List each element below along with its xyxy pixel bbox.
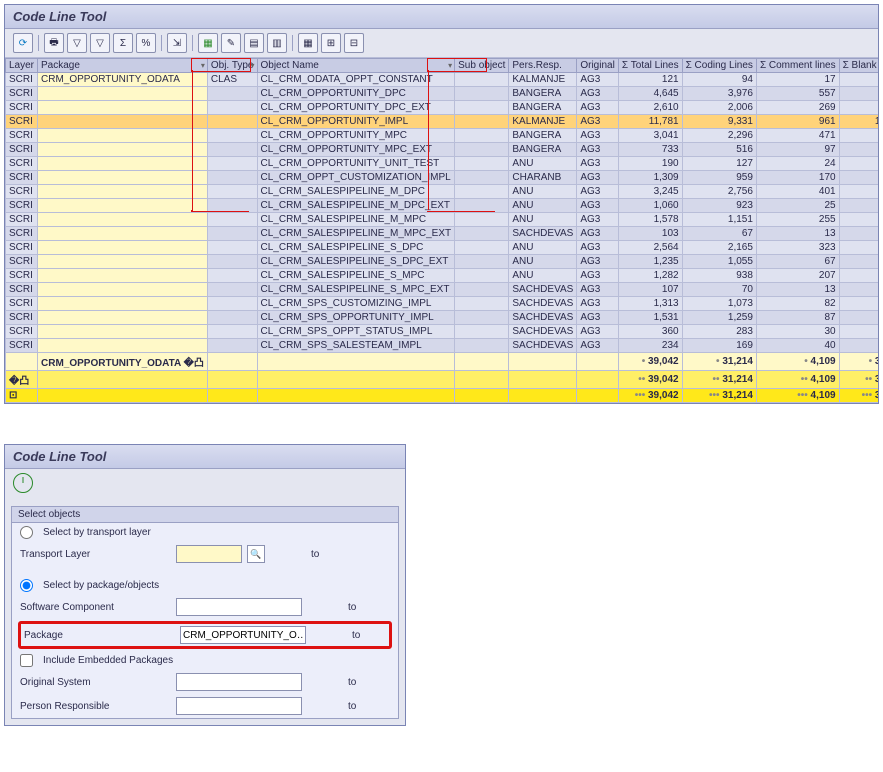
col-header[interactable]: Package▾ <box>38 59 208 73</box>
table-row[interactable]: SCRICL_CRM_OPPORTUNITY_IMPLKALMANJEAG311… <box>6 115 879 129</box>
col-header[interactable]: Obj. Type▾ <box>207 59 257 73</box>
table-row[interactable]: SCRICL_CRM_SALESPIPELINE_S_DPCANUAG32,56… <box>6 241 879 255</box>
toolbar: ⟳ 🖶 ▽ ▽ Σ % ⇲ ▦ ✎ ▤ ▥ ▦ ⊞ ⊟ <box>5 29 878 58</box>
result-table[interactable]: LayerPackage▾Obj. Type▾Object Name▾Sub o… <box>5 58 878 403</box>
original-system-label: Original System <box>20 677 170 688</box>
word-icon[interactable]: ✎ <box>221 33 241 53</box>
col-header[interactable]: Σ Total Lines <box>618 59 682 73</box>
package-label: Package <box>24 630 174 641</box>
transport-layer-input[interactable] <box>176 545 242 563</box>
filter2-icon[interactable]: ▽ <box>90 33 110 53</box>
table-row[interactable]: SCRICL_CRM_SALESPIPELINE_M_MPCANUAG31,57… <box>6 213 879 227</box>
software-component-input[interactable] <box>176 598 302 616</box>
include-embedded-label: Include Embedded Packages <box>43 655 173 666</box>
to-label-4: to <box>348 677 356 688</box>
to-label-2: to <box>348 602 356 613</box>
percent-icon[interactable]: % <box>136 33 156 53</box>
window-title-2: Code Line Tool <box>5 445 405 469</box>
table-row[interactable]: SCRICL_CRM_SPS_SALESTEAM_IMPLSACHDEVASAG… <box>6 339 879 353</box>
table-row[interactable]: SCRICL_CRM_OPPORTUNITY_UNIT_TESTANUAG319… <box>6 157 879 171</box>
subtotal-row: �凸•• 39,042•• 31,214•• 4,109•• 3,719•• 2… <box>6 371 879 389</box>
col-header[interactable]: Σ Comment lines <box>756 59 839 73</box>
person-responsible-label: Person Responsible <box>20 701 170 712</box>
table-row[interactable]: SCRICL_CRM_SPS_OPPT_STATUS_IMPLSACHDEVAS… <box>6 325 879 339</box>
view-icon[interactable]: ▤ <box>244 33 264 53</box>
table-row[interactable]: SCRICL_CRM_SALESPIPELINE_M_MPC_EXTSACHDE… <box>6 227 879 241</box>
to-label-3: to <box>352 630 360 641</box>
table-row[interactable]: SCRICL_CRM_SALESPIPELINE_M_DPCANUAG33,24… <box>6 185 879 199</box>
col-header[interactable]: Sub object <box>455 59 509 73</box>
sum-icon[interactable]: Σ <box>113 33 133 53</box>
execute-icon[interactable] <box>13 473 33 493</box>
include-embedded-check[interactable] <box>20 654 33 667</box>
radio-package[interactable] <box>20 579 33 592</box>
table-row[interactable]: SCRICL_CRM_SPS_CUSTOMIZING_IMPLSACHDEVAS… <box>6 297 879 311</box>
window-title: Code Line Tool <box>5 5 878 29</box>
subtotal-row: CRM_OPPORTUNITY_ODATA �凸• 39,042• 31,214… <box>6 353 879 371</box>
person-responsible-input[interactable] <box>176 697 302 715</box>
table-row[interactable]: SCRICL_CRM_SALESPIPELINE_M_DPC_EXTANUAG3… <box>6 199 879 213</box>
table-row[interactable]: SCRICL_CRM_SALESPIPELINE_S_DPC_EXTANUAG3… <box>6 255 879 269</box>
table-row[interactable]: SCRICL_CRM_SPS_OPPORTUNITY_IMPLSACHDEVAS… <box>6 311 879 325</box>
col-header[interactable]: Σ Coding Lines <box>682 59 756 73</box>
print-icon[interactable]: 🖶 <box>44 33 64 53</box>
col-header[interactable]: Original <box>577 59 618 73</box>
excel-icon[interactable]: ▦ <box>198 33 218 53</box>
to-label-5: to <box>348 701 356 712</box>
col-header[interactable]: Pers.Resp. <box>509 59 577 73</box>
transport-layer-label: Transport Layer <box>20 549 170 560</box>
package-input[interactable] <box>180 626 306 644</box>
col-header[interactable]: Layer <box>6 59 38 73</box>
subtotal-row: ⊡••• 39,042••• 31,214••• 4,109••• 3,719•… <box>6 389 879 403</box>
panel-header: Select objects <box>12 507 398 523</box>
table-row[interactable]: SCRICRM_OPPORTUNITY_ODATACLASCL_CRM_ODAT… <box>6 73 879 87</box>
col-header[interactable]: Σ Blank lines <box>839 59 878 73</box>
export-icon[interactable]: ⇲ <box>167 33 187 53</box>
col-header[interactable]: Object Name▾ <box>257 59 455 73</box>
radio-package-label: Select by package/objects <box>43 580 159 591</box>
table-row[interactable]: SCRICL_CRM_OPPORTUNITY_MPC_EXTBANGERAAG3… <box>6 143 879 157</box>
layout-icon[interactable]: ▦ <box>298 33 318 53</box>
table-row[interactable]: SCRICL_CRM_OPPORTUNITY_DPC_EXTBANGERAAG3… <box>6 101 879 115</box>
table-row[interactable]: SCRICL_CRM_OPPT_CUSTOMIZATION_IMPLCHARAN… <box>6 171 879 185</box>
original-system-input[interactable] <box>176 673 302 691</box>
table-row[interactable]: SCRICL_CRM_SALESPIPELINE_S_MPCANUAG31,28… <box>6 269 879 283</box>
grid-icon[interactable]: ⊞ <box>321 33 341 53</box>
to-label: to <box>311 549 319 560</box>
radio-transport[interactable] <box>20 526 33 539</box>
radio-transport-label: Select by transport layer <box>43 527 151 538</box>
software-component-label: Software Component <box>20 602 170 613</box>
table-row[interactable]: SCRICL_CRM_OPPORTUNITY_DPCBANGERAAG34,64… <box>6 87 879 101</box>
refresh-icon[interactable]: ⟳ <box>13 33 33 53</box>
table-row[interactable]: SCRICL_CRM_SALESPIPELINE_S_MPC_EXTSACHDE… <box>6 283 879 297</box>
filter-icon[interactable]: ▽ <box>67 33 87 53</box>
table-row[interactable]: SCRICL_CRM_OPPORTUNITY_MPCBANGERAAG33,04… <box>6 129 879 143</box>
cols-icon[interactable]: ⊟ <box>344 33 364 53</box>
search-icon[interactable]: 🔍 <box>247 545 265 563</box>
chart-icon[interactable]: ▥ <box>267 33 287 53</box>
